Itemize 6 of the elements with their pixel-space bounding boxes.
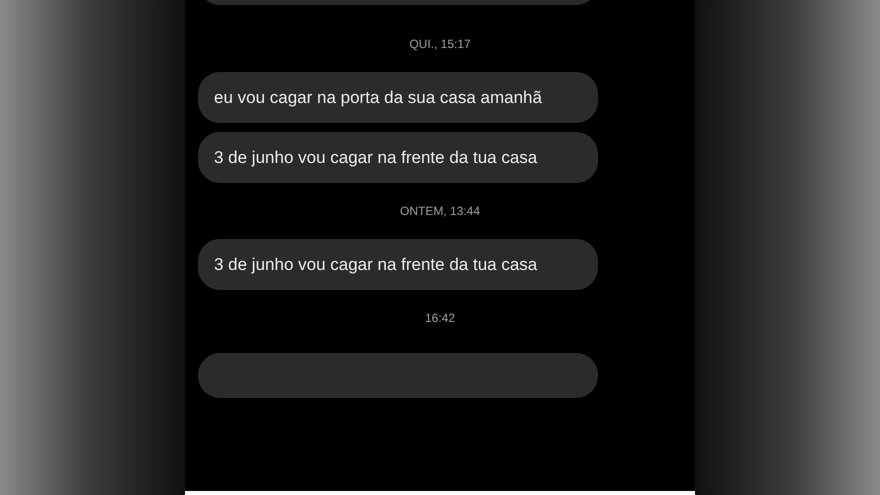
message-timestamp: 16:42 [424, 310, 456, 327]
message-timestamp: QUI., 15:17 [409, 36, 471, 53]
message-bubble: eu vou cagar na porta da sua casa amanhã [198, 72, 598, 123]
message-bubble: 3 de junho vou cagar na frente da tua casa [198, 239, 598, 290]
message-timestamp: ONTEM, 13:44 [400, 203, 480, 220]
message-bubble: 3 de junho vou cagar na frente da tua casa [198, 132, 598, 183]
